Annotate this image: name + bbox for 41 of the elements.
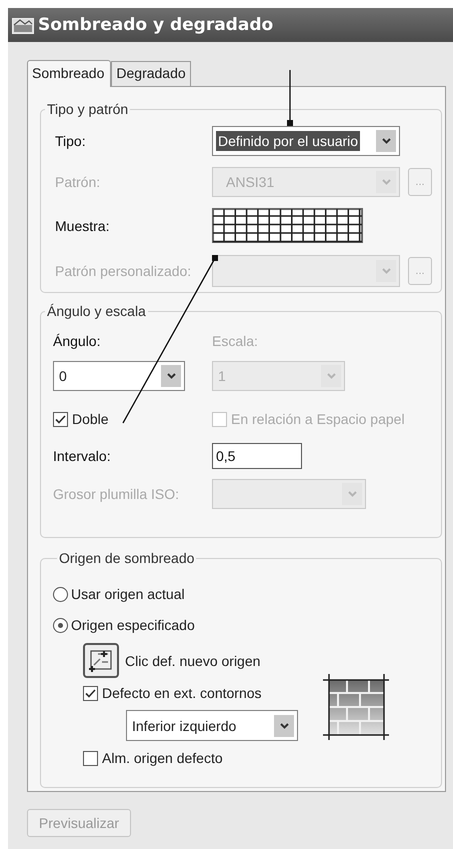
checkbox[interactable]	[83, 750, 98, 766]
group-title: Origen de sombreado	[58, 550, 196, 566]
button-label: Clic def. nuevo origen	[125, 652, 260, 668]
field-label: Patrón personalizado:	[55, 263, 192, 279]
leader-line	[287, 70, 293, 126]
checkbox-label: Doble	[72, 411, 109, 427]
radio-button[interactable]	[53, 618, 68, 632]
chevron-icon	[376, 260, 396, 282]
checkbox-label: Alm. origen defecto	[102, 750, 223, 766]
tab[interactable]: Degradado	[111, 61, 191, 86]
window-title: Sombreado y degradado	[38, 15, 274, 35]
brick-pattern-icon	[323, 674, 389, 741]
pick-point-button[interactable]	[83, 643, 119, 678]
input-field[interactable]: 0,5	[212, 443, 302, 469]
tab[interactable]: Sombreado	[27, 60, 112, 87]
field-label: Muestra:	[55, 218, 110, 234]
chevron-icon	[376, 130, 396, 152]
group-title: Ángulo y escala	[46, 303, 147, 319]
field-label: Ángulo:	[53, 333, 102, 349]
field-label: Tipo:	[55, 133, 87, 149]
checkbox[interactable]	[53, 412, 68, 426]
field-label: Patrón:	[55, 174, 102, 190]
checkbox[interactable]	[83, 686, 98, 700]
group-title: Tipo y patrón	[46, 101, 130, 117]
field-label: Escala:	[212, 333, 259, 349]
app-icon	[12, 16, 34, 34]
field-label: Intervalo:	[53, 448, 112, 464]
radio-label: Origen especificado	[71, 617, 195, 633]
field-label: Grosor plumilla ISO:	[53, 486, 180, 502]
chevron-icon	[321, 365, 341, 387]
checkbox-label: Defecto en ext. contornos	[102, 685, 262, 701]
radio-button[interactable]	[53, 586, 68, 602]
radio-label: Usar origen actual	[71, 586, 185, 602]
chevron-icon	[376, 171, 396, 193]
dropdown[interactable]: Inferior izquierdo	[126, 710, 298, 741]
chevron-icon	[274, 714, 294, 736]
checkbox-label: En relación a Espacio papel	[231, 411, 405, 427]
chevron-icon	[161, 365, 181, 387]
dropdown[interactable]: 0	[53, 361, 185, 391]
chevron-icon	[342, 483, 362, 505]
dropdown[interactable]: Definido por el usuario	[212, 126, 400, 156]
